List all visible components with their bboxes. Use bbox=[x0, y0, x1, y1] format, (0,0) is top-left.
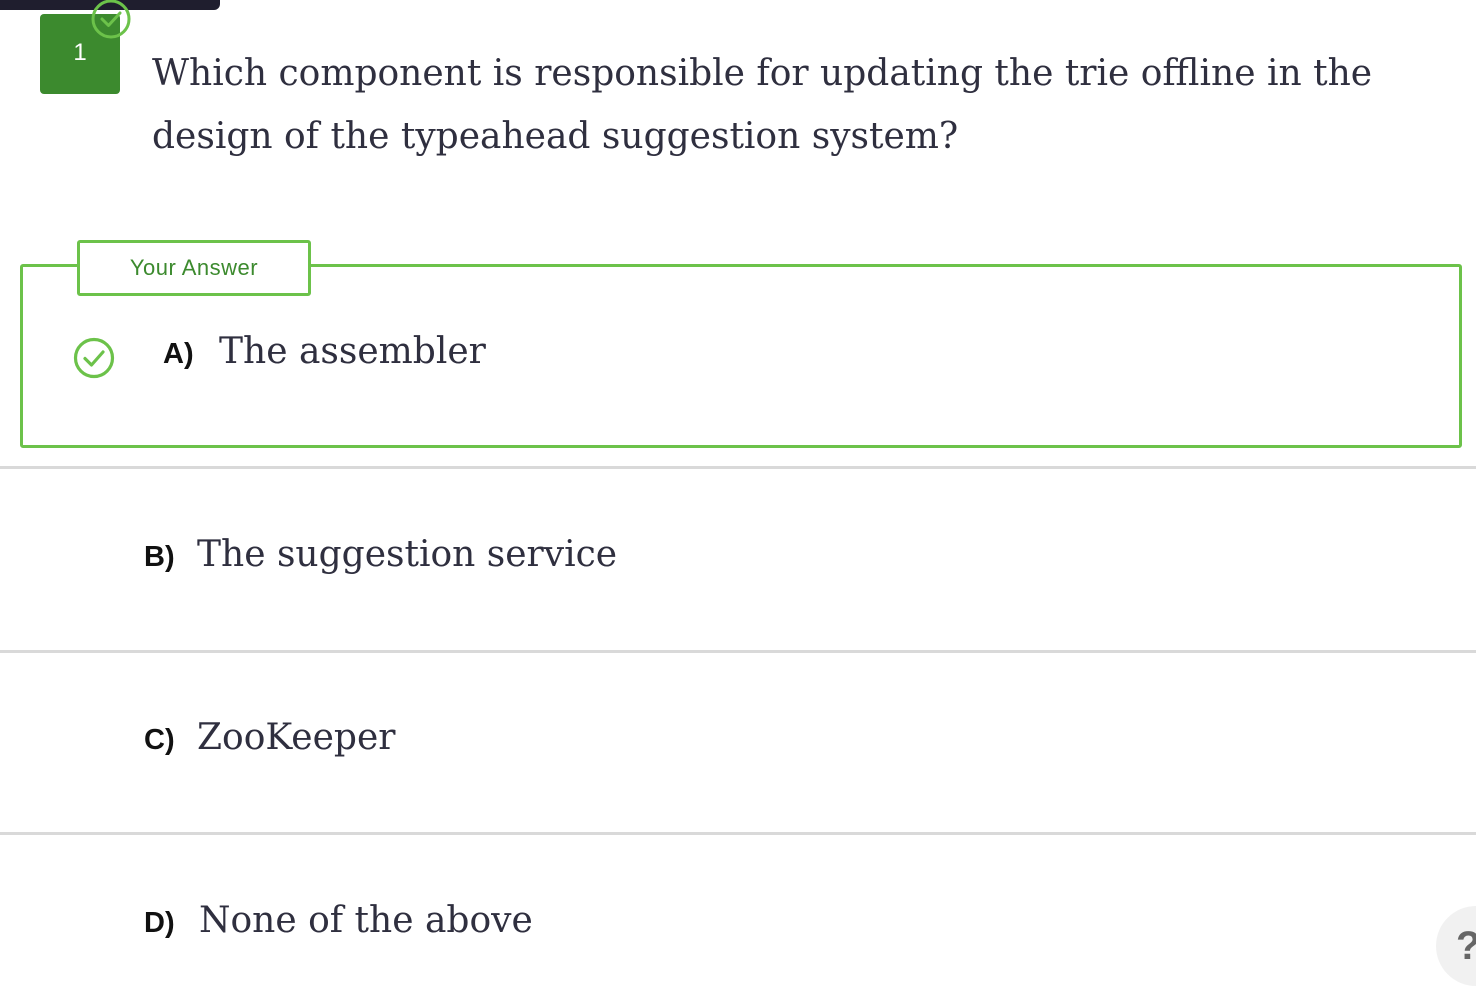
option-text: ZooKeeper bbox=[197, 717, 396, 758]
divider bbox=[0, 832, 1476, 835]
divider bbox=[0, 466, 1476, 469]
question-number: 1 bbox=[73, 39, 87, 66]
option-letter: A) bbox=[163, 338, 194, 370]
your-answer-label: Your Answer bbox=[77, 240, 311, 296]
divider bbox=[0, 650, 1476, 653]
question-mark-icon: ? bbox=[1456, 924, 1476, 968]
option-text: The assembler bbox=[219, 331, 486, 372]
check-circle-icon bbox=[91, 0, 131, 39]
option-text: The suggestion service bbox=[197, 534, 618, 575]
option-text: None of the above bbox=[199, 900, 533, 941]
option-letter: B) bbox=[144, 541, 175, 573]
option-letter: D) bbox=[144, 907, 175, 939]
question-text: Which component is responsible for updat… bbox=[152, 53, 1373, 157]
correct-check-icon bbox=[73, 337, 115, 379]
option-letter: C) bbox=[144, 724, 175, 756]
